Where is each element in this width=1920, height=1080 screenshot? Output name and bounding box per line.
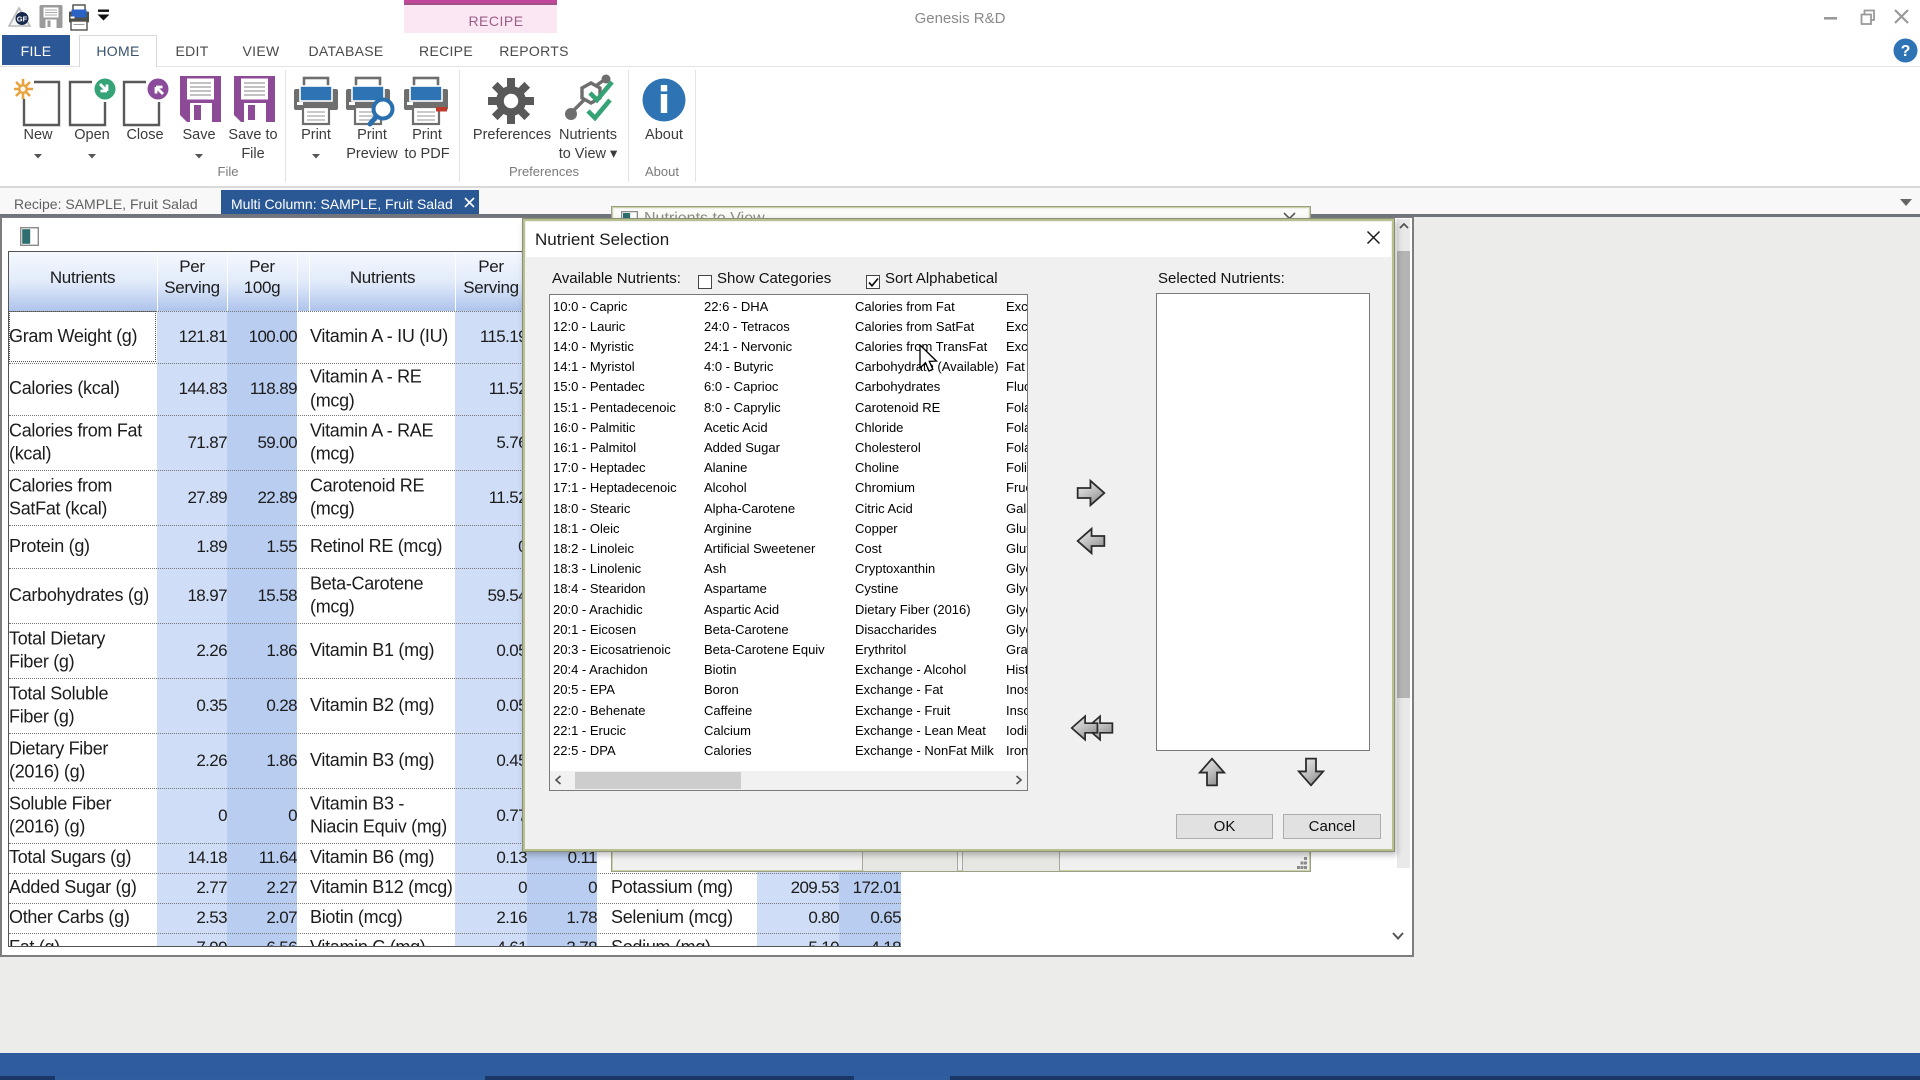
svg-text:?: ? [1901, 43, 1911, 60]
svg-text:GF: GF [17, 15, 28, 24]
